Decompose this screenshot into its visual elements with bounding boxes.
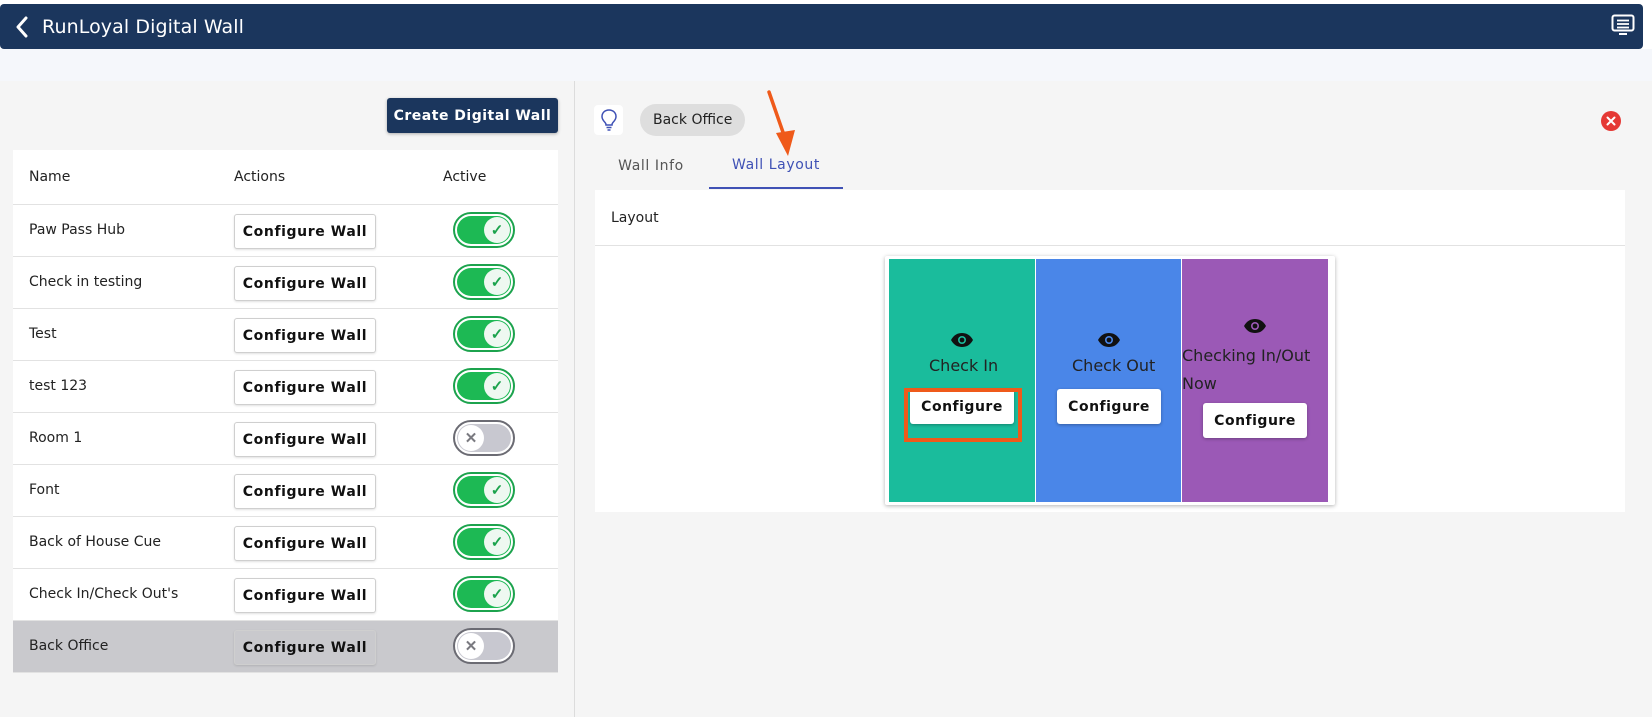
tab-wall-info[interactable]: Wall Info <box>594 143 708 189</box>
wall-name: Room 1 <box>29 430 83 446</box>
table-row[interactable]: Paw Pass Hub Configure Wall ✓ <box>13 205 558 257</box>
page-title: RunLoyal Digital Wall <box>42 15 245 38</box>
configure-wall-button[interactable]: Configure Wall <box>234 526 376 561</box>
active-toggle[interactable]: ✓ <box>453 472 515 508</box>
wall-name: Test <box>29 326 57 342</box>
check-icon: ✓ <box>484 269 510 295</box>
chevron-left-icon <box>16 16 28 37</box>
table-row[interactable]: Room 1 Configure Wall ✕ <box>13 413 558 465</box>
check-icon: ✓ <box>484 581 510 607</box>
check-icon: ✓ <box>484 321 510 347</box>
lightbulb-icon[interactable] <box>594 105 623 135</box>
wall-name: Paw Pass Hub <box>29 222 126 238</box>
configure-wall-button[interactable]: Configure Wall <box>234 266 376 301</box>
configure-wall-button[interactable]: Configure Wall <box>234 370 376 405</box>
table-row[interactable]: Test Configure Wall ✓ <box>13 309 558 361</box>
walls-table: Name Actions Active Paw Pass Hub Configu… <box>13 150 558 673</box>
sub-header-bar <box>0 49 1652 81</box>
active-toggle[interactable]: ✓ <box>453 316 515 352</box>
back-button[interactable] <box>2 4 42 49</box>
create-digital-wall-button[interactable]: Create Digital Wall <box>387 98 558 133</box>
configure-wall-button[interactable]: Configure Wall <box>234 578 376 613</box>
wall-name: Check In/Check Out's <box>29 586 179 602</box>
table-header: Name Actions Active <box>13 150 558 205</box>
check-icon: ✓ <box>484 477 510 503</box>
table-row[interactable]: Check in testing Configure Wall ✓ <box>13 257 558 309</box>
table-row[interactable]: Check In/Check Out's Configure Wall ✓ <box>13 569 558 621</box>
configure-wall-button[interactable]: Configure Wall <box>234 214 376 249</box>
x-icon: ✕ <box>458 425 484 451</box>
app-header: RunLoyal Digital Wall <box>0 4 1643 49</box>
configure-wall-button[interactable]: Configure Wall <box>234 474 376 509</box>
column-label: Check In <box>929 356 999 375</box>
column-header-name: Name <box>29 169 71 185</box>
configure-button[interactable]: Configure <box>1203 403 1307 438</box>
wall-name: Check in testing <box>29 274 143 290</box>
column-header-actions: Actions <box>234 169 286 185</box>
table-row-selected[interactable]: Back Office Configure Wall ✕ <box>13 621 558 673</box>
layout-column-check-out: Check Out Configure <box>1036 259 1181 502</box>
eye-icon[interactable] <box>1243 318 1267 334</box>
eye-icon[interactable] <box>950 332 974 348</box>
active-toggle[interactable]: ✓ <box>453 524 515 560</box>
screen-menu-button[interactable] <box>1611 14 1635 38</box>
layout-column-checking-in-out-now: Checking In/Out Now Configure <box>1182 259 1328 502</box>
configure-button[interactable]: Configure <box>1057 389 1161 424</box>
annotation-highlight-box <box>904 388 1022 442</box>
wall-name: Back of House Cue <box>29 534 161 550</box>
column-header-active: Active <box>443 169 487 185</box>
configure-wall-button[interactable]: Configure Wall <box>234 630 376 665</box>
check-icon: ✓ <box>484 373 510 399</box>
table-row[interactable]: Font Configure Wall ✓ <box>13 465 558 517</box>
table-row[interactable]: Back of House Cue Configure Wall ✓ <box>13 517 558 569</box>
layout-heading: Layout <box>595 190 1625 246</box>
active-toggle[interactable]: ✓ <box>453 368 515 404</box>
x-icon: ✕ <box>458 633 484 659</box>
column-label: Check Out <box>1072 356 1156 375</box>
wall-name: test 123 <box>29 378 88 394</box>
wall-name: Back Office <box>29 638 109 654</box>
active-toggle[interactable]: ✓ <box>453 264 515 300</box>
active-toggle[interactable]: ✓ <box>453 212 515 248</box>
active-toggle[interactable]: ✕ <box>453 420 515 456</box>
check-icon: ✓ <box>484 529 510 555</box>
annotation-arrow-icon <box>767 90 795 156</box>
screen-list-icon <box>1611 14 1635 35</box>
wall-layout-preview: Check In Configure Check Out Configure C… <box>885 256 1335 505</box>
selected-wall-chip: Back Office <box>640 104 746 136</box>
active-toggle[interactable]: ✕ <box>453 628 515 664</box>
column-label: Checking In/Out Now <box>1182 346 1311 393</box>
eye-icon[interactable] <box>1097 332 1121 348</box>
layout-column-check-in: Check In Configure <box>889 259 1035 502</box>
active-toggle[interactable]: ✓ <box>453 576 515 612</box>
wall-name: Font <box>29 482 60 498</box>
close-icon[interactable] <box>1601 111 1621 131</box>
configure-wall-button[interactable]: Configure Wall <box>234 422 376 457</box>
configure-wall-button[interactable]: Configure Wall <box>234 318 376 353</box>
check-icon: ✓ <box>484 217 510 243</box>
table-row[interactable]: test 123 Configure Wall ✓ <box>13 361 558 413</box>
